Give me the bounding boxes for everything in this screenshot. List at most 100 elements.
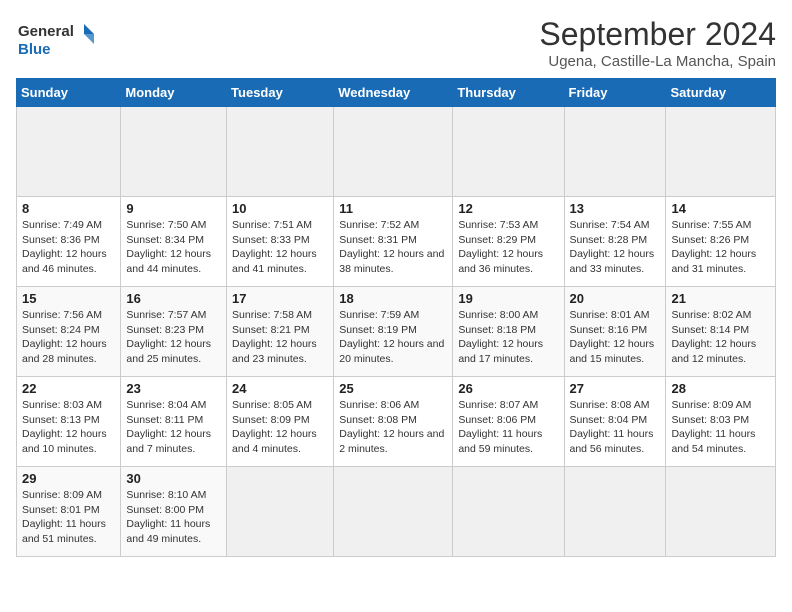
- day-info: Sunrise: 8:00 AMSunset: 8:18 PMDaylight:…: [458, 308, 558, 367]
- day-info: Sunrise: 8:03 AMSunset: 8:13 PMDaylight:…: [22, 398, 115, 457]
- day-number: 18: [339, 291, 447, 306]
- day-number: 19: [458, 291, 558, 306]
- day-info: Sunrise: 8:10 AMSunset: 8:00 PMDaylight:…: [126, 488, 221, 547]
- calendar-cell: 19 Sunrise: 8:00 AMSunset: 8:18 PMDayligh…: [453, 287, 564, 377]
- calendar-cell: [227, 107, 334, 197]
- calendar-cell: 26 Sunrise: 8:07 AMSunset: 8:06 PMDayligh…: [453, 377, 564, 467]
- calendar-cell: 23 Sunrise: 8:04 AMSunset: 8:11 PMDayligh…: [121, 377, 227, 467]
- day-info: Sunrise: 7:59 AMSunset: 8:19 PMDaylight:…: [339, 308, 447, 367]
- day-info: Sunrise: 8:07 AMSunset: 8:06 PMDaylight:…: [458, 398, 558, 457]
- day-info: Sunrise: 7:53 AMSunset: 8:29 PMDaylight:…: [458, 218, 558, 277]
- calendar-cell: 16 Sunrise: 7:57 AMSunset: 8:23 PMDayligh…: [121, 287, 227, 377]
- month-title: September 2024: [539, 16, 776, 53]
- calendar-cell: [121, 107, 227, 197]
- day-number: 13: [570, 201, 661, 216]
- calendar-cell: 10 Sunrise: 7:51 AMSunset: 8:33 PMDayligh…: [227, 197, 334, 287]
- day-info: Sunrise: 8:01 AMSunset: 8:16 PMDaylight:…: [570, 308, 661, 367]
- calendar-cell: 17 Sunrise: 7:58 AMSunset: 8:21 PMDayligh…: [227, 287, 334, 377]
- day-info: Sunrise: 7:56 AMSunset: 8:24 PMDaylight:…: [22, 308, 115, 367]
- day-info: Sunrise: 8:02 AMSunset: 8:14 PMDaylight:…: [671, 308, 770, 367]
- calendar-cell: [334, 107, 453, 197]
- calendar-cell: 14Sunrise: 7:55 AMSunset: 8:26 PMDayligh…: [666, 197, 776, 287]
- calendar-cell: 21 Sunrise: 8:02 AMSunset: 8:14 PMDayligh…: [666, 287, 776, 377]
- day-number: 28: [671, 381, 770, 396]
- day-number: 21: [671, 291, 770, 306]
- day-info: Sunrise: 7:49 AMSunset: 8:36 PMDaylight:…: [22, 218, 115, 277]
- calendar-cell: [17, 107, 121, 197]
- day-number: 9: [126, 201, 221, 216]
- calendar-cell: 24 Sunrise: 8:05 AMSunset: 8:09 PMDayligh…: [227, 377, 334, 467]
- calendar-cell: 18 Sunrise: 7:59 AMSunset: 8:19 PMDayligh…: [334, 287, 453, 377]
- calendar-table: SundayMondayTuesdayWednesdayThursdayFrid…: [16, 78, 776, 557]
- calendar-cell: 8 Sunrise: 7:49 AMSunset: 8:36 PMDaylight…: [17, 197, 121, 287]
- day-info: Sunrise: 7:50 AMSunset: 8:34 PMDaylight:…: [126, 218, 221, 277]
- calendar-week-4: 22 Sunrise: 8:03 AMSunset: 8:13 PMDayligh…: [17, 377, 776, 467]
- day-number: 26: [458, 381, 558, 396]
- weekday-header-row: SundayMondayTuesdayWednesdayThursdayFrid…: [17, 79, 776, 107]
- day-info: Sunrise: 8:05 AMSunset: 8:09 PMDaylight:…: [232, 398, 328, 457]
- weekday-header-monday: Monday: [121, 79, 227, 107]
- header: General Blue September 2024 Ugena, Casti…: [16, 16, 776, 70]
- weekday-header-tuesday: Tuesday: [227, 79, 334, 107]
- calendar-cell: [564, 467, 666, 557]
- day-number: 30: [126, 471, 221, 486]
- calendar-cell: [334, 467, 453, 557]
- day-info: Sunrise: 7:58 AMSunset: 8:21 PMDaylight:…: [232, 308, 328, 367]
- weekday-header-friday: Friday: [564, 79, 666, 107]
- weekday-header-sunday: Sunday: [17, 79, 121, 107]
- day-info: Sunrise: 8:09 AMSunset: 8:03 PMDaylight:…: [671, 398, 770, 457]
- day-number: 8: [22, 201, 115, 216]
- day-number: 22: [22, 381, 115, 396]
- title-area: September 2024 Ugena, Castille-La Mancha…: [539, 16, 776, 70]
- calendar-cell: [666, 467, 776, 557]
- day-number: 11: [339, 201, 447, 216]
- day-number: 12: [458, 201, 558, 216]
- day-info: Sunrise: 7:51 AMSunset: 8:33 PMDaylight:…: [232, 218, 328, 277]
- calendar-cell: 11 Sunrise: 7:52 AMSunset: 8:31 PMDayligh…: [334, 197, 453, 287]
- weekday-header-wednesday: Wednesday: [334, 79, 453, 107]
- calendar-cell: 30 Sunrise: 8:10 AMSunset: 8:00 PMDayligh…: [121, 467, 227, 557]
- calendar-cell: [453, 467, 564, 557]
- calendar-cell: 9 Sunrise: 7:50 AMSunset: 8:34 PMDaylight…: [121, 197, 227, 287]
- svg-text:Blue: Blue: [18, 41, 51, 58]
- day-info: Sunrise: 7:54 AMSunset: 8:28 PMDaylight:…: [570, 218, 661, 277]
- day-number: 17: [232, 291, 328, 306]
- day-info: Sunrise: 8:09 AMSunset: 8:01 PMDaylight:…: [22, 488, 115, 547]
- day-number: 10: [232, 201, 328, 216]
- day-info: Sunrise: 8:04 AMSunset: 8:11 PMDaylight:…: [126, 398, 221, 457]
- calendar-cell: [666, 107, 776, 197]
- day-info: Sunrise: 8:06 AMSunset: 8:08 PMDaylight:…: [339, 398, 447, 457]
- day-number: 27: [570, 381, 661, 396]
- calendar-cell: 29 Sunrise: 8:09 AMSunset: 8:01 PMDayligh…: [17, 467, 121, 557]
- day-number: 23: [126, 381, 221, 396]
- calendar-week-1: [17, 107, 776, 197]
- location: Ugena, Castille-La Mancha, Spain: [539, 53, 776, 70]
- calendar-cell: [227, 467, 334, 557]
- day-number: 14: [671, 201, 770, 216]
- day-number: 16: [126, 291, 221, 306]
- day-info: Sunrise: 8:08 AMSunset: 8:04 PMDaylight:…: [570, 398, 661, 457]
- calendar-week-5: 29 Sunrise: 8:09 AMSunset: 8:01 PMDayligh…: [17, 467, 776, 557]
- day-number: 24: [232, 381, 328, 396]
- day-number: 15: [22, 291, 115, 306]
- calendar-cell: 28 Sunrise: 8:09 AMSunset: 8:03 PMDayligh…: [666, 377, 776, 467]
- day-number: 29: [22, 471, 115, 486]
- day-info: Sunrise: 7:57 AMSunset: 8:23 PMDaylight:…: [126, 308, 221, 367]
- calendar-cell: 25 Sunrise: 8:06 AMSunset: 8:08 PMDayligh…: [334, 377, 453, 467]
- logo-svg: General Blue: [16, 16, 96, 61]
- weekday-header-saturday: Saturday: [666, 79, 776, 107]
- weekday-header-thursday: Thursday: [453, 79, 564, 107]
- calendar-week-2: 8 Sunrise: 7:49 AMSunset: 8:36 PMDaylight…: [17, 197, 776, 287]
- svg-text:General: General: [18, 23, 74, 40]
- logo: General Blue: [16, 16, 96, 61]
- calendar-cell: 22 Sunrise: 8:03 AMSunset: 8:13 PMDayligh…: [17, 377, 121, 467]
- calendar-cell: 15 Sunrise: 7:56 AMSunset: 8:24 PMDayligh…: [17, 287, 121, 377]
- day-number: 25: [339, 381, 447, 396]
- calendar-week-3: 15 Sunrise: 7:56 AMSunset: 8:24 PMDayligh…: [17, 287, 776, 377]
- day-number: 20: [570, 291, 661, 306]
- calendar-cell: [564, 107, 666, 197]
- calendar-cell: 27 Sunrise: 8:08 AMSunset: 8:04 PMDayligh…: [564, 377, 666, 467]
- calendar-cell: [453, 107, 564, 197]
- calendar-cell: 20 Sunrise: 8:01 AMSunset: 8:16 PMDayligh…: [564, 287, 666, 377]
- day-info: Sunrise: 7:52 AMSunset: 8:31 PMDaylight:…: [339, 218, 447, 277]
